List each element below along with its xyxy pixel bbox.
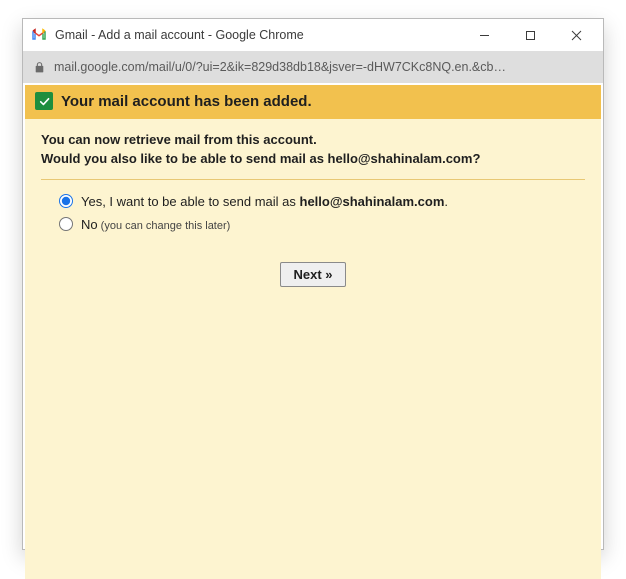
- option-no-label: No (you can change this later): [81, 217, 230, 232]
- close-button[interactable]: [553, 20, 599, 50]
- option-yes-email: hello@shahinalam.com: [300, 194, 445, 209]
- url-text[interactable]: mail.google.com/mail/u/0/?ui=2&ik=829d38…: [54, 60, 593, 74]
- intro-line2-email: hello@shahinalam.com: [328, 151, 473, 166]
- intro-line2-prefix: Would you also like to be able to send m…: [41, 151, 328, 166]
- app-window: Gmail - Add a mail account - Google Chro…: [22, 18, 604, 550]
- gmail-favicon-icon: [31, 27, 47, 43]
- success-banner: Your mail account has been added.: [25, 85, 601, 119]
- checkmark-icon: [35, 92, 53, 110]
- option-no[interactable]: No (you can change this later): [59, 213, 585, 236]
- window-title: Gmail - Add a mail account - Google Chro…: [55, 28, 461, 42]
- page-content: Your mail account has been added. You ca…: [25, 85, 601, 547]
- window-controls: [461, 20, 599, 50]
- intro-text: You can now retrieve mail from this acco…: [41, 131, 585, 180]
- option-no-note: (you can change this later): [98, 220, 231, 232]
- intro-line2-suffix: ?: [472, 151, 480, 166]
- option-yes-prefix: Yes, I want to be able to send mail as: [81, 194, 300, 209]
- banner-text: Your mail account has been added.: [61, 93, 312, 110]
- button-row: Next »: [41, 262, 585, 287]
- lock-icon: [33, 61, 46, 74]
- radio-group: Yes, I want to be able to send mail as h…: [59, 190, 585, 236]
- title-bar: Gmail - Add a mail account - Google Chro…: [23, 19, 603, 51]
- option-yes-suffix: .: [444, 194, 448, 209]
- maximize-button[interactable]: [507, 20, 553, 50]
- minimize-button[interactable]: [461, 20, 507, 50]
- dialog-body: You can now retrieve mail from this acco…: [25, 119, 601, 579]
- next-button[interactable]: Next »: [280, 262, 345, 287]
- option-no-text: No: [81, 217, 98, 232]
- option-yes-label: Yes, I want to be able to send mail as h…: [81, 194, 448, 209]
- radio-yes[interactable]: [59, 194, 73, 208]
- intro-line1: You can now retrieve mail from this acco…: [41, 132, 317, 147]
- option-yes[interactable]: Yes, I want to be able to send mail as h…: [59, 190, 585, 213]
- address-bar: mail.google.com/mail/u/0/?ui=2&ik=829d38…: [23, 51, 603, 83]
- radio-no[interactable]: [59, 217, 73, 231]
